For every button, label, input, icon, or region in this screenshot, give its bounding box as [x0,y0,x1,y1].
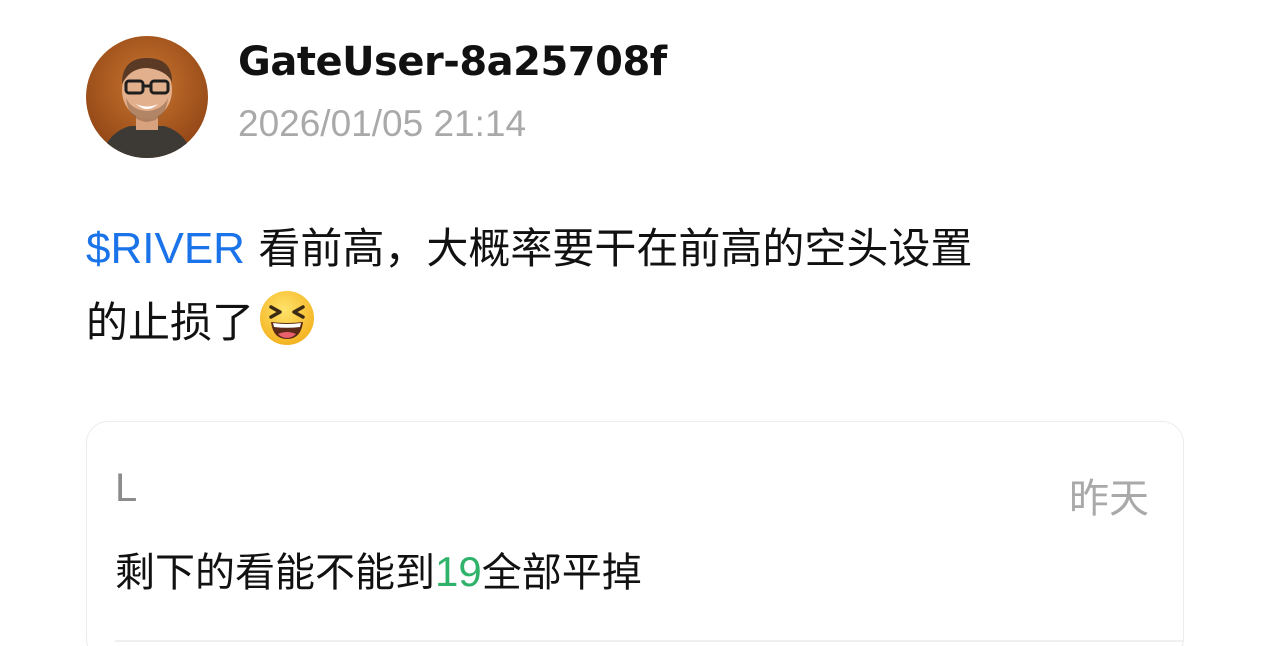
username[interactable]: GateUser-8a25708f [238,32,667,92]
user-meta: GateUser-8a25708f 2026/01/05 21:14 [238,39,667,148]
avatar[interactable] [86,36,208,158]
reply-author[interactable]: L [115,466,137,511]
laughing-emoji-icon [258,289,316,347]
post-timestamp: 2026/01/05 21:14 [238,103,527,144]
post-text-line1: 看前高，大概率要干在前高的空头设置 [258,224,973,273]
reply-text-after: 全部平掉 [481,550,642,596]
reply-text: 剩下的看能不能到19全部平掉 [115,540,642,598]
reply-time: 昨天 [1069,476,1149,522]
reply-text-before: 剩下的看能不能到 [115,550,435,596]
user-avatar-icon [86,36,208,158]
reply-divider [115,640,1183,642]
ticker-link[interactable]: $RIVER [86,224,245,273]
reply-card[interactable]: L 昨天 剩下的看能不能到19全部平掉 [86,421,1184,646]
reply-number: 19 [435,548,482,595]
post-content: $RIVER 看前高，大概率要干在前高的空头设置 的止损了 [86,212,1196,360]
post-page: GateUser-8a25708f 2026/01/05 21:14 $RIVE… [0,0,1270,646]
post-header: GateUser-8a25708f 2026/01/05 21:14 [86,36,667,158]
post-text-line2: 的止损了 [86,298,255,347]
